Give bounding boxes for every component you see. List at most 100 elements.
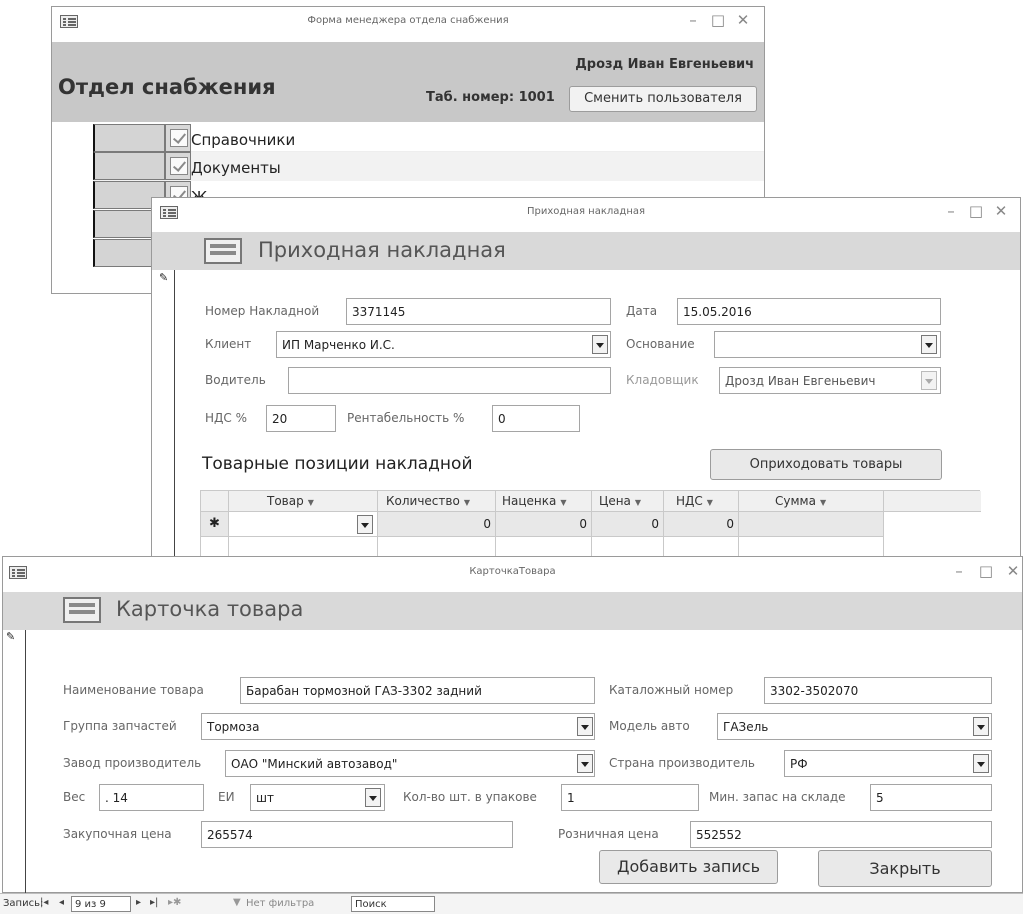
minimize-icon[interactable]: – <box>948 562 970 580</box>
first-record-icon[interactable]: |◂ <box>40 897 48 908</box>
cell-vat[interactable]: 0 <box>667 517 734 531</box>
maximize-icon[interactable]: □ <box>965 202 987 220</box>
sort-arrow-icon[interactable]: ▼ <box>560 498 566 507</box>
nav-item-directories[interactable]: Справочники <box>191 131 295 149</box>
maximize-icon[interactable]: □ <box>975 562 997 580</box>
column-header-goods[interactable]: Товар ▼ <box>267 494 314 508</box>
invoice-window: Приходная накладная – □ ✕ Приходная накл… <box>151 197 1021 599</box>
invoice-number-label: Номер Накладной <box>205 304 320 318</box>
client-combobox[interactable]: ИП Марченко И.С. <box>276 331 611 358</box>
invoice-number-field[interactable]: 3371145 <box>346 298 611 325</box>
cell-quantity[interactable]: 0 <box>381 517 491 531</box>
card-header: Карточка товара <box>3 592 1022 630</box>
post-goods-button[interactable]: Оприходовать товары <box>710 449 942 480</box>
close-icon[interactable]: ✕ <box>1002 562 1023 580</box>
vat-field[interactable]: 20 <box>266 405 336 432</box>
prev-record-icon[interactable]: ◂ <box>59 897 64 908</box>
column-header-vat[interactable]: НДС ▼ <box>676 494 713 508</box>
country-label: Страна производитель <box>609 756 755 770</box>
record-selector[interactable]: ✎ <box>152 270 175 598</box>
sort-arrow-icon[interactable]: ▼ <box>707 498 713 507</box>
client-value: ИП Марченко И.С. <box>282 338 395 352</box>
next-record-icon[interactable]: ▸ <box>136 897 141 908</box>
supply-header: Отдел снабжения Дрозд Иван Евгеньевич Та… <box>52 42 764 122</box>
cell-markup[interactable]: 0 <box>499 517 587 531</box>
name-field[interactable]: Барабан тормозной ГАЗ-3302 задний <box>240 677 595 704</box>
minstock-field[interactable]: 5 <box>870 784 992 811</box>
nav-check-button[interactable] <box>165 152 191 180</box>
group-label: Группа запчастей <box>63 719 177 733</box>
change-user-button[interactable]: Сменить пользователя <box>569 86 757 112</box>
filter-status[interactable]: Нет фильтра <box>246 898 314 909</box>
invoice-titlebar: Приходная накладная – □ ✕ <box>152 198 1020 228</box>
last-record-icon[interactable]: ▸| <box>150 897 158 908</box>
chevron-down-icon <box>921 371 937 390</box>
cell-price[interactable]: 0 <box>595 517 659 531</box>
add-record-button[interactable]: Добавить запись <box>599 850 778 884</box>
driver-label: Водитель <box>205 373 266 387</box>
card-heading: Карточка товара <box>116 597 304 621</box>
items-heading: Товарные позиции накладной <box>202 454 473 474</box>
retail-price-field[interactable]: 552552 <box>690 821 992 848</box>
factory-combobox[interactable]: ОАО "Минский автозавод" <box>225 750 595 777</box>
new-row-marker: ✱ <box>209 516 220 531</box>
nav-check-button[interactable] <box>165 124 191 152</box>
driver-field[interactable] <box>288 367 611 394</box>
minimize-icon[interactable]: – <box>682 11 704 29</box>
country-value: РФ <box>790 757 808 771</box>
chevron-down-icon[interactable] <box>577 754 593 773</box>
search-field[interactable]: Поиск <box>351 896 435 912</box>
supply-heading: Отдел снабжения <box>58 75 276 99</box>
date-field[interactable]: 15.05.2016 <box>677 298 941 325</box>
supply-window-title: Форма менеджера отдела снабжения <box>307 15 509 26</box>
column-header-label: Сумма <box>775 494 816 508</box>
chevron-down-icon[interactable] <box>365 788 381 807</box>
chevron-down-icon[interactable] <box>592 335 608 354</box>
catalog-field[interactable]: 3302-3502070 <box>764 677 992 704</box>
weight-field[interactable]: . 14 <box>99 784 204 811</box>
name-label: Наименование товара <box>63 683 204 697</box>
date-label: Дата <box>626 304 658 318</box>
group-value: Тормоза <box>207 720 260 734</box>
model-value: ГАЗель <box>723 720 769 734</box>
record-number-field[interactable]: 9 из 9 <box>71 896 131 912</box>
sort-arrow-icon[interactable]: ▼ <box>308 498 314 507</box>
sort-arrow-icon[interactable]: ▼ <box>635 498 641 507</box>
record-selector[interactable]: ✎ <box>3 630 26 894</box>
basis-label: Основание <box>626 337 695 351</box>
sort-arrow-icon[interactable]: ▼ <box>820 498 826 507</box>
chevron-down-icon[interactable] <box>973 754 989 773</box>
minimize-icon[interactable]: – <box>940 202 962 220</box>
column-header-quantity[interactable]: Количество ▼ <box>386 494 470 508</box>
datasheet-new-row-goods <box>229 512 377 536</box>
purchase-label: Закупочная цена <box>63 827 172 841</box>
column-header-sum[interactable]: Сумма ▼ <box>775 494 826 508</box>
column-header-price[interactable]: Цена ▼ <box>599 494 641 508</box>
chevron-down-icon[interactable] <box>577 717 593 736</box>
column-header-label: НДС <box>676 494 703 508</box>
purchase-price-field[interactable]: 265574 <box>201 821 513 848</box>
maximize-icon[interactable]: □ <box>707 11 729 29</box>
close-button[interactable]: Закрыть <box>818 850 992 887</box>
filter-icon[interactable]: ▼ <box>233 897 241 908</box>
chevron-down-icon[interactable] <box>921 335 937 354</box>
profit-label: Рентабельность % <box>347 411 465 425</box>
chevron-down-icon[interactable] <box>357 515 373 534</box>
profit-field[interactable]: 0 <box>492 405 580 432</box>
close-icon[interactable]: ✕ <box>990 202 1012 220</box>
country-combobox[interactable]: РФ <box>784 750 992 777</box>
pack-field[interactable]: 1 <box>561 784 699 811</box>
basis-combobox[interactable] <box>714 331 941 358</box>
storekeeper-value: Дрозд Иван Евгеньевич <box>725 374 876 388</box>
chevron-down-icon[interactable] <box>973 717 989 736</box>
new-record-icon[interactable]: ▸✱ <box>168 897 181 908</box>
model-combobox[interactable]: ГАЗель <box>717 713 992 740</box>
column-header-markup[interactable]: Наценка ▼ <box>502 494 567 508</box>
sort-arrow-icon[interactable]: ▼ <box>464 498 470 507</box>
nav-item-documents[interactable]: Документы <box>191 159 281 177</box>
catalog-label: Каталожный номер <box>609 683 734 697</box>
model-label: Модель авто <box>609 719 690 733</box>
close-icon[interactable]: ✕ <box>732 11 754 29</box>
group-combobox[interactable]: Тормоза <box>201 713 595 740</box>
pencil-icon: ✎ <box>159 271 169 284</box>
